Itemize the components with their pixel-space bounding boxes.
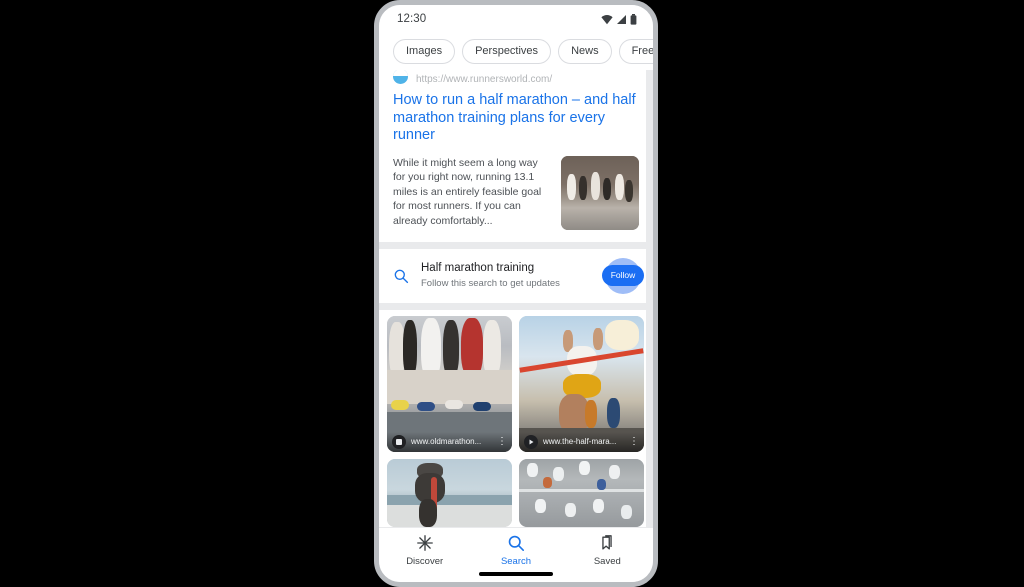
signal-icon: [617, 14, 626, 24]
screenshot-stage: 12:30 Images Perspectives News Free http…: [0, 0, 1024, 587]
search-icon: [508, 535, 524, 552]
runner-on-beach-photo: [387, 458, 512, 527]
nav-item-discover[interactable]: Discover: [379, 534, 470, 567]
video-play-icon: [524, 434, 538, 449]
result-title-link[interactable]: How to run a half marathon – and half ma…: [393, 92, 639, 145]
filter-chip-perspectives[interactable]: Perspectives: [462, 39, 552, 64]
bookmark-icon: [602, 535, 613, 550]
search-icon: [394, 269, 409, 283]
wifi-icon: [601, 14, 613, 24]
filter-chip-images[interactable]: Images: [393, 39, 456, 64]
site-favicon-icon: [392, 434, 406, 449]
follow-button-ripple: Follow: [601, 257, 645, 294]
nav-item-saved[interactable]: Saved: [562, 534, 653, 567]
filter-chip-news[interactable]: News: [558, 39, 612, 64]
status-bar: 12:30: [379, 5, 653, 33]
image-tile-url: www.the-half-mara...: [543, 437, 617, 446]
site-favicon-icon: [393, 70, 408, 84]
result-url: https://www.runnersworld.com/: [416, 74, 553, 85]
image-tile-footer: www.the-half-mara... ⋮: [519, 431, 644, 452]
follow-card-subtitle: Follow this search to get updates: [421, 278, 560, 289]
image-grid: www.oldmarathon... ⋮ www.the-half-mara..…: [387, 315, 645, 527]
battery-icon: [630, 13, 637, 25]
result-thumbnail[interactable]: [561, 155, 639, 230]
home-indicator[interactable]: [479, 572, 553, 576]
scroll-gutter: [646, 70, 653, 528]
nav-item-search[interactable]: Search: [470, 534, 561, 567]
image-tile[interactable]: www.oldmarathon... ⋮: [387, 315, 512, 452]
follow-card-title: Half marathon training: [421, 262, 535, 274]
runners-photo: [561, 155, 639, 230]
image-tile[interactable]: [519, 458, 644, 527]
status-time: 12:30: [397, 13, 427, 25]
result-url-row[interactable]: https://www.runnersworld.com/: [393, 70, 639, 85]
results-scroll-area[interactable]: https://www.runnersworld.com/ How to run…: [379, 70, 653, 528]
image-tile-footer: www.oldmarathon... ⋮: [387, 431, 512, 452]
image-tile-url: www.oldmarathon...: [411, 437, 482, 446]
phone-screen: 12:30 Images Perspectives News Free http…: [379, 5, 653, 582]
image-tile[interactable]: [387, 458, 512, 527]
filter-chips-row[interactable]: Images Perspectives News Free Vide: [379, 33, 653, 70]
image-results-card: www.oldmarathon... ⋮ www.the-half-mara..…: [379, 309, 653, 527]
result-snippet: While it might seem a long way for you r…: [393, 156, 542, 227]
image-tile-menu-icon[interactable]: ⋮: [629, 436, 639, 447]
follow-button[interactable]: Follow: [601, 265, 645, 286]
image-tile[interactable]: www.the-half-mara... ⋮: [519, 315, 644, 452]
search-result-card[interactable]: https://www.runnersworld.com/ How to run…: [379, 70, 653, 242]
aerial-race-runners-photo: [519, 458, 644, 527]
follow-search-card[interactable]: Half marathon training Follow this searc…: [379, 248, 653, 303]
follow-card-texts: Half marathon training Follow this searc…: [421, 261, 593, 290]
asterisk-icon: [416, 535, 433, 551]
status-icons: [601, 13, 637, 25]
nav-label-saved: Saved: [593, 556, 621, 567]
nav-label-discover: Discover: [406, 556, 444, 567]
result-snippet-row: While it might seem a long way for you r…: [393, 155, 639, 230]
phone-frame: 12:30 Images Perspectives News Free http…: [374, 0, 658, 587]
image-tile-menu-icon[interactable]: ⋮: [497, 436, 507, 447]
filter-chip-free[interactable]: Free: [618, 39, 653, 64]
nav-label-search: Search: [500, 556, 532, 567]
